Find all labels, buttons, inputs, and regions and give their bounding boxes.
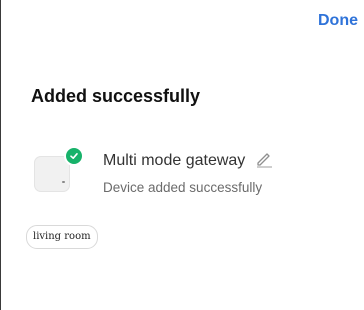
room-chip-living-room[interactable]: living room [26, 225, 98, 249]
device-indicator-light [62, 181, 65, 183]
done-button[interactable]: Done [318, 12, 358, 30]
left-edge-divider [0, 0, 1, 310]
pencil-icon[interactable] [255, 150, 273, 168]
device-status: Device added successfully [103, 180, 263, 195]
screen: Done Added successfully Multi mode gatew… [0, 0, 364, 310]
page-title: Added successfully [31, 86, 201, 106]
check-icon [64, 146, 84, 166]
device-row: Multi mode gateway Device added successf… [28, 146, 348, 198]
device-name: Multi mode gateway [103, 152, 246, 169]
